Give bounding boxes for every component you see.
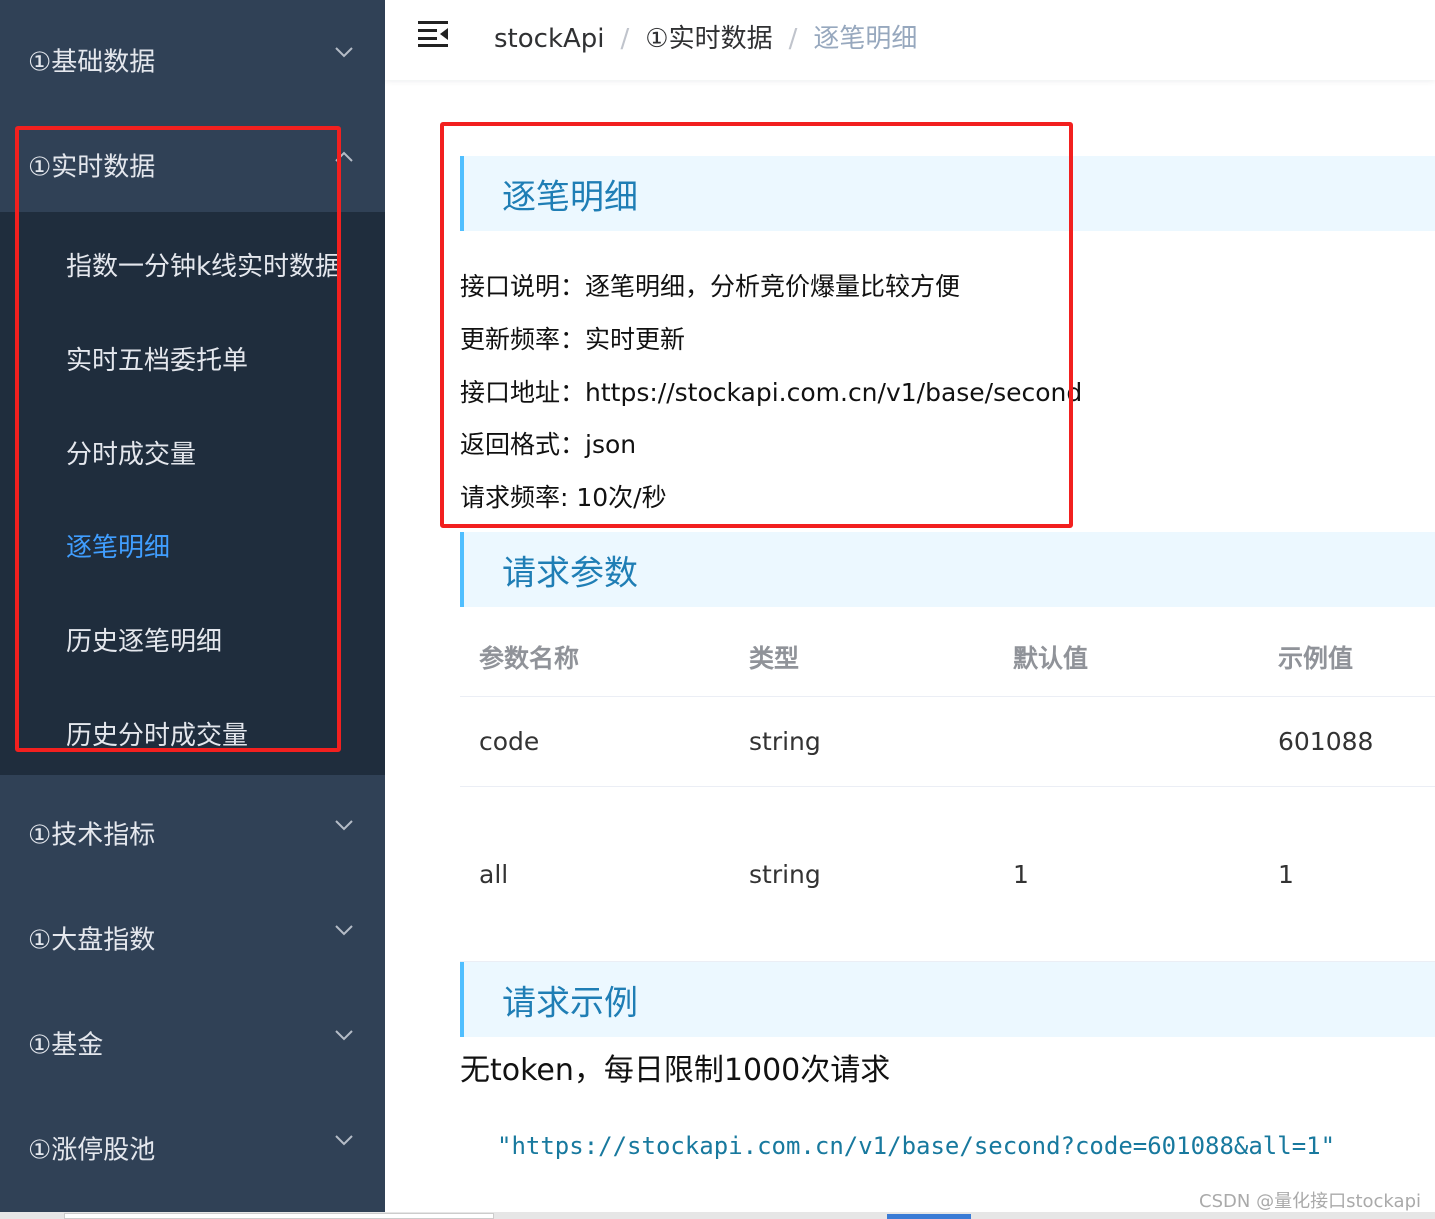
column-header-param-name: 参数名称 [479,644,580,673]
info-rate-limit: 请求频率: 10次/秒 [460,483,667,512]
chevron-up-icon [333,150,355,164]
submenu-item-tick-detail[interactable]: 逐笔明细 [66,527,170,564]
breadcrumb: stockApi / ①实时数据 / 逐笔明细 [494,18,917,55]
info-endpoint: 接口地址：https://stockapi.com.cn/v1/base/sec… [460,378,1083,407]
top-navbar: stockApi / ①实时数据 / 逐笔明细 [385,0,1435,80]
chevron-down-icon [333,818,355,832]
info-update-frequency: 更新频率：实时更新 [460,325,686,354]
section-header-request-example: 请求示例 [460,962,1435,1037]
sidebar-group-market-index[interactable]: ①大盘指数 [0,885,385,990]
cell-param-name: code [479,727,540,756]
example-request-url[interactable]: "https://stockapi.com.cn/v1/base/second?… [497,1132,1335,1160]
submenu-item-history-minute-volume[interactable]: 历史分时成交量 [66,715,248,752]
sidebar-group-realtime-data[interactable]: ①实时数据 [0,112,385,217]
column-header-example: 示例值 [1278,644,1354,673]
breadcrumb-separator: / [620,24,630,54]
sidebar-group-funds[interactable]: ①基金 [0,990,385,1095]
cell-default: 1 [1013,860,1029,889]
section-title: 请求参数 [502,553,638,593]
submenu-item-order-book[interactable]: 实时五档委托单 [66,340,248,377]
sidebar: ①基础数据 ①实时数据 指数一分钟k线实时数据 实时五档委托单 分时成交量 逐笔… [0,0,385,1212]
submenu-item-history-tick-detail[interactable]: 历史逐笔明细 [66,621,222,658]
hamburger-fold-icon[interactable] [417,19,449,47]
section-header-tick-detail: 逐笔明细 [460,156,1435,231]
watermark: CSDN @量化接口stockapi [1199,1191,1421,1212]
sidebar-group-label: ①技术指标 [28,820,156,850]
sidebar-group-label: ①涨停股池 [28,1135,156,1165]
table-divider [460,696,1435,697]
chevron-down-icon [333,1028,355,1042]
main-content: 逐笔明细 接口说明：逐笔明细，分析竞价爆量比较方便 更新频率：实时更新 接口地址… [385,80,1435,1212]
submenu-item-minute-volume[interactable]: 分时成交量 [66,434,196,471]
column-header-default: 默认值 [1013,644,1089,673]
bottom-scrollbar[interactable] [0,1212,1435,1219]
column-header-type: 类型 [749,644,800,673]
cell-example: 1 [1278,860,1294,889]
breadcrumb-realtime-data[interactable]: ①实时数据 [645,18,772,55]
sidebar-group-label: ①大盘指数 [28,925,156,955]
chevron-down-icon [333,45,355,59]
section-title: 请求示例 [502,983,638,1023]
cell-param-name: all [479,860,509,889]
sidebar-group-basic-data[interactable]: ①基础数据 [0,7,385,112]
scrollbar-thumb[interactable] [887,1214,971,1219]
sidebar-group-technical-indicators[interactable]: ①技术指标 [0,780,385,885]
sidebar-group-label: ①实时数据 [28,152,156,182]
sidebar-group-label: ①基础数据 [28,47,156,77]
breadcrumb-home[interactable]: stockApi [494,24,605,54]
scrollbar-track-segment [64,1213,494,1219]
sidebar-group-limit-up-pool[interactable]: ①涨停股池 [0,1095,385,1200]
section-title: 逐笔明细 [502,177,638,217]
realtime-submenu: 指数一分钟k线实时数据 实时五档委托单 分时成交量 逐笔明细 历史逐笔明细 历史… [0,212,385,775]
chevron-down-icon [333,923,355,937]
table-divider [460,786,1435,787]
chevron-down-icon [333,1133,355,1147]
info-description: 接口说明：逐笔明细，分析竞价爆量比较方便 [460,272,961,301]
cell-example: 601088 [1278,727,1374,756]
info-format: 返回格式：json [460,430,637,459]
cell-type: string [749,860,821,889]
sidebar-group-label: ①基金 [28,1030,104,1060]
breadcrumb-current: 逐笔明细 [813,24,918,54]
submenu-item-index-kline[interactable]: 指数一分钟k线实时数据 [66,246,341,283]
breadcrumb-separator: / [788,24,798,54]
cell-type: string [749,727,821,756]
token-limit-note: 无token，每日限制1000次请求 [460,1053,891,1088]
section-header-request-params: 请求参数 [460,532,1435,607]
